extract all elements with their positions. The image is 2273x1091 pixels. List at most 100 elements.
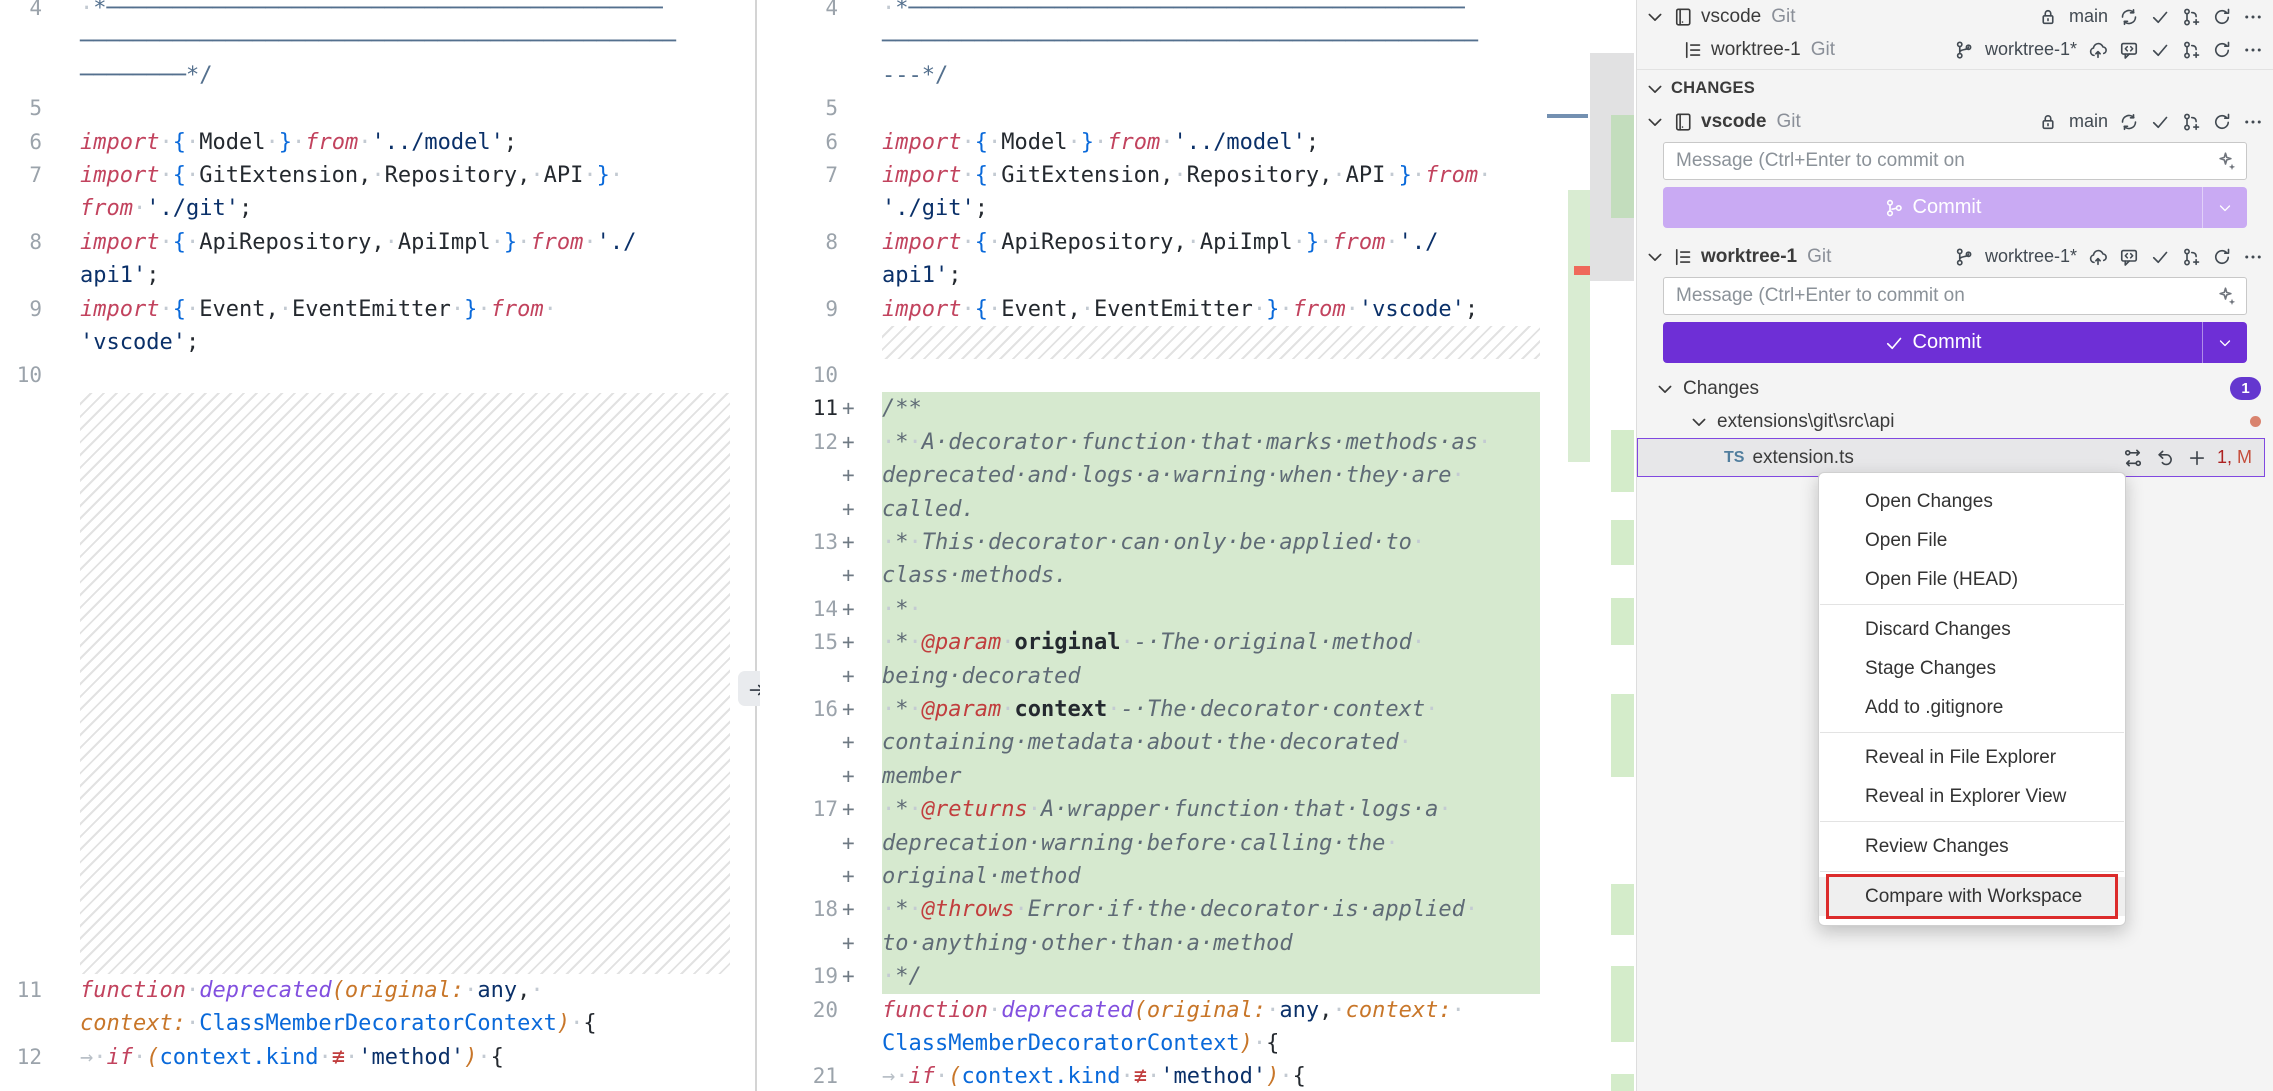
code-line[interactable]: api1';: [0, 259, 754, 293]
code-line[interactable]: +being·decorated: [760, 660, 1545, 694]
code-line[interactable]: 10: [760, 359, 1545, 393]
repo-row-worktree-1[interactable]: worktree-1Gitworktree-1*: [1637, 240, 2273, 273]
sparkle-icon[interactable]: [2217, 151, 2237, 171]
ellipsis-icon[interactable]: [2243, 40, 2263, 60]
code-line[interactable]: 6import·{·Model·}·from·'../model';: [0, 126, 754, 160]
commit-dropdown[interactable]: [2202, 322, 2247, 363]
open-changes-icon[interactable]: [2123, 448, 2143, 468]
code-line[interactable]: +called.: [760, 493, 1545, 527]
branch-plus-icon[interactable]: [2181, 247, 2201, 267]
cloud-up-icon[interactable]: [2088, 40, 2108, 60]
code-line[interactable]: './git';: [760, 192, 1545, 226]
code-line[interactable]: +member: [760, 760, 1545, 794]
menu-item-stage-changes[interactable]: Stage Changes: [1819, 649, 2125, 688]
cloud-up-icon[interactable]: [2088, 247, 2108, 267]
code-line[interactable]: +to·anything·other·than·a·method: [760, 927, 1545, 961]
changes-section-header[interactable]: CHANGES: [1637, 72, 2273, 105]
code-line[interactable]: 8import·{·ApiRepository,·ApiImpl·}·from·…: [0, 226, 754, 260]
check-icon[interactable]: [2150, 7, 2170, 27]
code-line[interactable]: 18+·*·@throws·Error·if·the·decorator·is·…: [760, 893, 1545, 927]
code-line[interactable]: 8import·{·ApiRepository,·ApiImpl·}·from·…: [760, 226, 1545, 260]
sparkle-icon[interactable]: [2217, 286, 2237, 306]
menu-item-compare-with-workspace[interactable]: Compare with Workspace: [1819, 877, 2125, 916]
comment-icon[interactable]: [2119, 247, 2139, 267]
check-icon[interactable]: [2150, 112, 2170, 132]
code-line[interactable]: 12+·*·A·decorator·function·that·marks·me…: [760, 426, 1545, 460]
code-line[interactable]: +original·method: [760, 860, 1545, 894]
ellipsis-icon[interactable]: [2243, 7, 2263, 27]
code-line[interactable]: 20function·deprecated(original:·any,·con…: [760, 994, 1545, 1028]
code-line[interactable]: 19+·*/: [760, 960, 1545, 994]
code-line[interactable]: 21→·if·(context.kind·≢·'method')·{: [760, 1060, 1545, 1091]
folder-row-api[interactable]: extensions\git\src\api: [1637, 405, 2273, 438]
commit-button-worktree-1[interactable]: Commit: [1663, 322, 2247, 363]
ellipsis-icon[interactable]: [2243, 112, 2263, 132]
commit-button-main[interactable]: Commit: [1663, 187, 2202, 228]
code-line[interactable]: 14+·*·: [760, 593, 1545, 627]
branch-plus-icon[interactable]: [2181, 7, 2201, 27]
minimap[interactable]: [1545, 0, 1590, 1091]
commit-message-input[interactable]: [1663, 142, 2247, 180]
code-line[interactable]: 11function·deprecated(original:·any,·: [0, 974, 754, 1008]
code-line[interactable]: 15+·*·@param·original·-·The·original·met…: [760, 626, 1545, 660]
code-line[interactable]: 5: [760, 92, 1545, 126]
code-line[interactable]: 11+/**: [760, 392, 1545, 426]
code-line[interactable]: 4·*─────────────────────────────────────…: [0, 0, 754, 26]
code-line[interactable]: ────────*/: [0, 59, 754, 93]
sync-icon[interactable]: [2119, 112, 2139, 132]
code-line[interactable]: context:·ClassMemberDecoratorContext)·{: [0, 1007, 754, 1041]
code-line[interactable]: +deprecated·and·logs·a·warning·when·they…: [760, 459, 1545, 493]
commit-dropdown[interactable]: [2202, 187, 2247, 228]
diff-modified-editor[interactable]: 4·*─────────────────────────────────────…: [760, 0, 1545, 1091]
code-line[interactable]: ────────────────────────────────────────…: [760, 25, 1545, 59]
code-line[interactable]: 9import·{·Event,·EventEmitter·}·from·'vs…: [760, 293, 1545, 327]
code-line[interactable]: 17+·*·@returns·A·wrapper·function·that·l…: [760, 793, 1545, 827]
discard-icon[interactable]: [2155, 448, 2175, 468]
repo-row-vscode[interactable]: vscodeGitmain: [1637, 105, 2273, 138]
overview-ruler[interactable]: [1590, 0, 1634, 1091]
code-line[interactable]: ---*/: [760, 59, 1545, 93]
branch-icon[interactable]: [1954, 247, 1974, 267]
menu-item-open-changes[interactable]: Open Changes: [1819, 482, 2125, 521]
code-line[interactable]: 12→·if·(context.kind·≢·'method')·{: [0, 1041, 754, 1075]
repo-row-vscode[interactable]: vscodeGitmain: [1637, 0, 2273, 33]
refresh-icon[interactable]: [2212, 112, 2232, 132]
menu-item-review-changes[interactable]: Review Changes: [1819, 827, 2125, 866]
check-icon[interactable]: [2150, 40, 2170, 60]
code-line[interactable]: from·'./git';: [0, 192, 754, 226]
branch-plus-icon[interactable]: [2181, 40, 2201, 60]
stage-icon[interactable]: [2187, 448, 2207, 468]
check-icon[interactable]: [2150, 247, 2170, 267]
code-line[interactable]: 5: [0, 92, 754, 126]
lock-icon[interactable]: [2038, 7, 2058, 27]
code-line[interactable]: api1';: [760, 259, 1545, 293]
menu-item-open-file-head-[interactable]: Open File (HEAD): [1819, 560, 2125, 599]
commit-message-input[interactable]: [1663, 277, 2247, 315]
refresh-icon[interactable]: [2212, 247, 2232, 267]
ellipsis-icon[interactable]: [2243, 247, 2263, 267]
code-line[interactable]: ────────────────────────────────────────…: [0, 25, 754, 59]
commit-button-main[interactable]: Commit: [1663, 322, 2202, 363]
menu-item-reveal-in-explorer-view[interactable]: Reveal in Explorer View: [1819, 777, 2125, 816]
menu-item-open-file[interactable]: Open File: [1819, 521, 2125, 560]
code-line[interactable]: 4·*─────────────────────────────────────…: [760, 0, 1545, 26]
lock-icon[interactable]: [2038, 112, 2058, 132]
code-line[interactable]: 7import·{·GitExtension,·Repository,·API·…: [760, 159, 1545, 193]
diff-original-editor[interactable]: 4·*─────────────────────────────────────…: [0, 0, 754, 1091]
branch-icon[interactable]: [1954, 40, 1974, 60]
code-line[interactable]: 13+·*·This·decorator·can·only·be·applied…: [760, 526, 1545, 560]
menu-item-discard-changes[interactable]: Discard Changes: [1819, 610, 2125, 649]
code-line[interactable]: 6import·{·Model·}·from·'../model';: [760, 126, 1545, 160]
code-line[interactable]: +containing·metadata·about·the·decorated…: [760, 726, 1545, 760]
code-line[interactable]: 'vscode';: [0, 326, 754, 360]
changes-group-row[interactable]: Changes 1: [1637, 372, 2273, 405]
menu-item-add-to-gitignore[interactable]: Add to .gitignore: [1819, 688, 2125, 727]
code-line[interactable]: 7import·{·GitExtension,·Repository,·API·…: [0, 159, 754, 193]
menu-item-reveal-in-file-explorer[interactable]: Reveal in File Explorer: [1819, 738, 2125, 777]
code-line[interactable]: +deprecation·warning·before·calling·the·: [760, 827, 1545, 861]
code-line[interactable]: ClassMemberDecoratorContext)·{: [760, 1027, 1545, 1061]
code-line[interactable]: +class·methods.: [760, 559, 1545, 593]
sync-icon[interactable]: [2119, 7, 2139, 27]
branch-plus-icon[interactable]: [2181, 112, 2201, 132]
comment-icon[interactable]: [2119, 40, 2139, 60]
